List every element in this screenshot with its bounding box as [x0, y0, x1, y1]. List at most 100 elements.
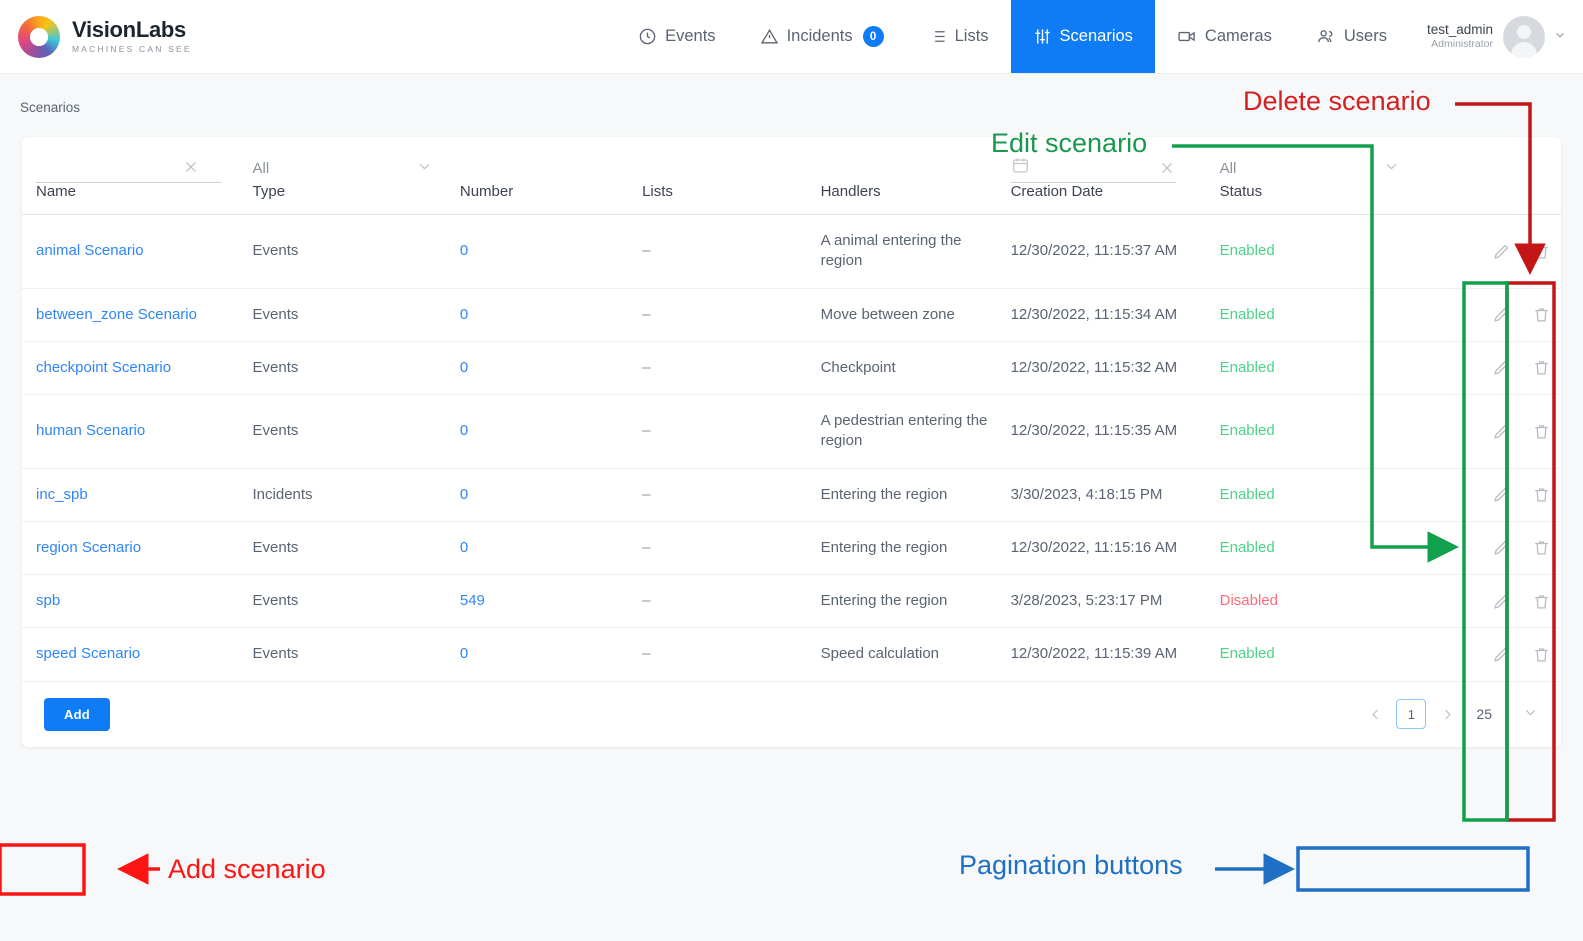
add-scenario-button[interactable]: Add — [44, 697, 110, 731]
incidents-badge: 0 — [862, 26, 884, 47]
pencil-icon[interactable] — [1481, 485, 1521, 504]
chevron-down-icon[interactable] — [1383, 158, 1400, 179]
trash-icon[interactable] — [1521, 242, 1561, 261]
table-body: animal Scenario Events 0– A animal entering… — [22, 214, 1561, 681]
edit-scenario-button[interactable] — [1481, 394, 1522, 468]
pencil-icon[interactable] — [1481, 305, 1521, 324]
delete-scenario-button[interactable] — [1521, 467, 1561, 522]
user-menu[interactable]: test_admin Administrator — [1409, 0, 1583, 73]
trash-icon[interactable] — [1521, 305, 1561, 324]
trash-icon[interactable] — [1521, 485, 1561, 504]
edit-scenario-button[interactable] — [1481, 467, 1522, 522]
edit-scenario-button[interactable] — [1481, 573, 1522, 628]
status-filter-select[interactable]: All — [1220, 158, 1400, 183]
close-icon[interactable] — [182, 158, 200, 176]
pagination-prev-button[interactable] — [1360, 699, 1391, 729]
edit-scenario-button[interactable] — [1481, 340, 1522, 395]
cell-creation-date: 3/28/2023, 5:23:17 PM — [996, 573, 1206, 628]
cell-status: Enabled — [1205, 340, 1400, 395]
edit-scenario-button[interactable] — [1481, 214, 1522, 288]
cell-handlers: A animal entering the region — [806, 214, 997, 288]
pencil-icon[interactable] — [1481, 422, 1521, 441]
table-row: between_zone Scenario Events 0– Move betwee… — [22, 287, 1561, 342]
pagination-next-button[interactable] — [1432, 699, 1463, 729]
delete-scenario-button[interactable] — [1521, 340, 1561, 395]
user-avatar-icon — [1503, 15, 1545, 58]
name-filter[interactable] — [36, 154, 221, 183]
users-icon — [1316, 27, 1336, 46]
warning-triangle-icon — [760, 27, 779, 46]
nav-item-events[interactable]: Events — [616, 0, 737, 73]
table-header-row: Name All Type Number Lists Handlers Crea… — [22, 137, 1561, 215]
trash-icon[interactable] — [1521, 422, 1561, 441]
delete-scenario-button[interactable] — [1521, 627, 1561, 681]
cell-creation-date: 3/30/2023, 4:18:15 PM — [996, 467, 1206, 522]
cell-number[interactable]: 0 — [445, 340, 629, 395]
pencil-icon[interactable] — [1481, 645, 1521, 664]
cell-number[interactable]: 0 — [445, 520, 629, 575]
close-icon[interactable] — [1158, 159, 1176, 177]
cell-name[interactable]: checkpoint Scenario — [22, 340, 239, 395]
delete-scenario-button[interactable] — [1521, 573, 1561, 628]
annotation-add-scenario: Add scenario — [168, 854, 326, 884]
brand-name: VisionLabs — [72, 17, 186, 43]
column-header-lists: Lists — [642, 183, 673, 200]
cell-number[interactable]: 0 — [445, 214, 629, 288]
cell-creation-date: 12/30/2022, 11:15:16 AM — [996, 520, 1206, 575]
cell-spacer — [1399, 287, 1482, 342]
chevron-down-icon[interactable] — [416, 158, 433, 179]
cell-name[interactable]: speed Scenario — [22, 627, 239, 681]
delete-scenario-button[interactable] — [1521, 520, 1561, 575]
pencil-icon[interactable] — [1481, 538, 1521, 557]
trash-icon[interactable] — [1521, 358, 1561, 377]
nav-label-users: Users — [1343, 27, 1387, 45]
cell-type: Events — [238, 520, 446, 575]
cell-name[interactable]: spb — [22, 573, 239, 628]
nav-item-incidents[interactable]: Incidents 0 — [738, 0, 906, 73]
cell-name[interactable]: animal Scenario — [22, 214, 239, 288]
type-filter-select[interactable]: All — [253, 158, 433, 183]
cell-name[interactable]: human Scenario — [22, 394, 239, 468]
brand-tagline: MACHINES CAN SEE — [72, 44, 192, 55]
page-size-select[interactable]: 25 — [1476, 704, 1539, 724]
clock-icon — [638, 27, 657, 46]
cell-type: Events — [238, 287, 446, 342]
cell-number[interactable]: 549 — [445, 573, 629, 628]
edit-scenario-button[interactable] — [1481, 627, 1522, 681]
chevron-down-icon[interactable] — [1522, 704, 1539, 724]
nav-item-users[interactable]: Users — [1294, 0, 1409, 73]
delete-scenario-button[interactable] — [1521, 394, 1561, 468]
pencil-icon[interactable] — [1481, 592, 1521, 611]
name-filter-input[interactable] — [36, 154, 176, 180]
chevron-down-icon[interactable] — [1553, 28, 1567, 45]
calendar-icon[interactable] — [1011, 156, 1030, 179]
delete-scenario-button[interactable] — [1521, 287, 1561, 342]
pencil-icon[interactable] — [1481, 358, 1521, 377]
cell-number[interactable]: 0 — [445, 287, 629, 342]
cell-name[interactable]: between_zone Scenario — [22, 287, 239, 342]
trash-icon[interactable] — [1521, 592, 1561, 611]
status-filter-value: All — [1219, 160, 1237, 177]
trash-icon[interactable] — [1521, 538, 1561, 557]
nav-item-scenarios[interactable]: Scenarios — [1010, 0, 1155, 73]
nav-item-cameras[interactable]: Cameras — [1155, 0, 1294, 73]
edit-scenario-button[interactable] — [1481, 520, 1522, 575]
cell-name[interactable]: inc_spb — [22, 467, 239, 522]
delete-scenario-button[interactable] — [1521, 214, 1561, 288]
edit-scenario-button[interactable] — [1481, 287, 1522, 342]
cell-number[interactable]: 0 — [445, 627, 629, 681]
cell-lists: – — [628, 627, 807, 681]
cell-lists: – — [628, 214, 807, 288]
cell-name[interactable]: region Scenario — [22, 520, 239, 575]
pagination-page-1[interactable]: 1 — [1396, 699, 1427, 729]
creation-date-filter[interactable] — [1010, 156, 1176, 183]
nav-item-lists[interactable]: Lists — [906, 0, 1011, 73]
cell-type: Events — [238, 627, 446, 681]
table-footer: Add 1 25 — [22, 680, 1561, 747]
cell-handlers: A pedestrian entering the region — [806, 394, 997, 468]
type-filter-value: All — [252, 160, 270, 177]
cell-number[interactable]: 0 — [445, 467, 629, 522]
trash-icon[interactable] — [1521, 645, 1561, 664]
cell-number[interactable]: 0 — [445, 394, 629, 468]
pencil-icon[interactable] — [1481, 242, 1521, 261]
